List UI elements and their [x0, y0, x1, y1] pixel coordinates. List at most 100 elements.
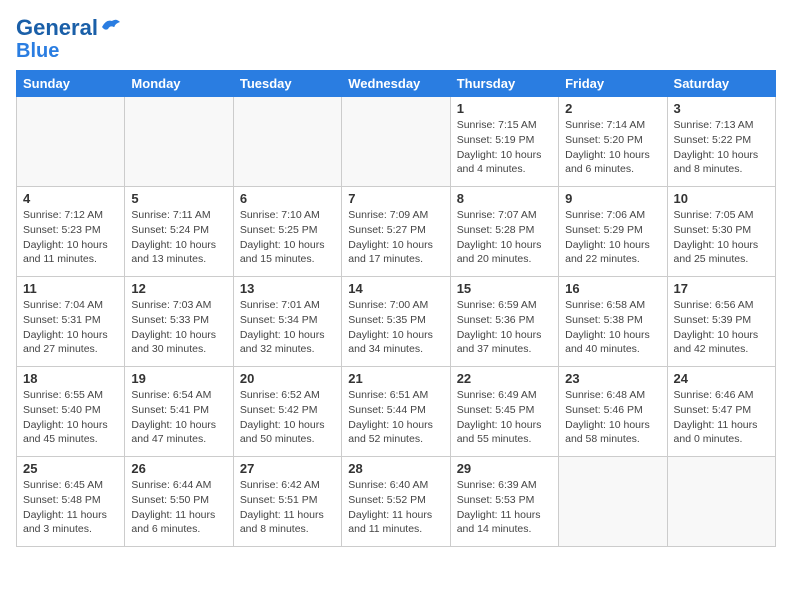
- calendar-cell: 10 Sunrise: 7:05 AM Sunset: 5:30 PM Dayli…: [667, 187, 775, 277]
- day-info: Sunrise: 7:00 AM Sunset: 5:35 PM Dayligh…: [348, 298, 443, 357]
- calendar-cell: 18 Sunrise: 6:55 AM Sunset: 5:40 PM Dayli…: [17, 367, 125, 457]
- day-header-friday: Friday: [559, 71, 667, 97]
- day-number: 13: [240, 281, 335, 296]
- day-info: Sunrise: 7:07 AM Sunset: 5:28 PM Dayligh…: [457, 208, 552, 267]
- day-info: Sunrise: 6:55 AM Sunset: 5:40 PM Dayligh…: [23, 388, 118, 447]
- calendar-week-4: 18 Sunrise: 6:55 AM Sunset: 5:40 PM Dayli…: [17, 367, 776, 457]
- day-info: Sunrise: 7:15 AM Sunset: 5:19 PM Dayligh…: [457, 118, 552, 177]
- day-number: 12: [131, 281, 226, 296]
- day-number: 4: [23, 191, 118, 206]
- day-number: 19: [131, 371, 226, 386]
- calendar-cell: 21 Sunrise: 6:51 AM Sunset: 5:44 PM Dayli…: [342, 367, 450, 457]
- day-number: 8: [457, 191, 552, 206]
- day-header-saturday: Saturday: [667, 71, 775, 97]
- day-info: Sunrise: 7:10 AM Sunset: 5:25 PM Dayligh…: [240, 208, 335, 267]
- day-info: Sunrise: 7:05 AM Sunset: 5:30 PM Dayligh…: [674, 208, 769, 267]
- day-number: 11: [23, 281, 118, 296]
- logo-text: General: [16, 16, 98, 40]
- calendar-cell: 15 Sunrise: 6:59 AM Sunset: 5:36 PM Dayli…: [450, 277, 558, 367]
- day-info: Sunrise: 7:09 AM Sunset: 5:27 PM Dayligh…: [348, 208, 443, 267]
- day-info: Sunrise: 7:04 AM Sunset: 5:31 PM Dayligh…: [23, 298, 118, 357]
- day-header-thursday: Thursday: [450, 71, 558, 97]
- calendar-cell: 4Sunrise: 7:12 AM Sunset: 5:23 PM Daylig…: [17, 187, 125, 277]
- calendar-cell: 24 Sunrise: 6:46 AM Sunset: 5:47 PM Dayli…: [667, 367, 775, 457]
- day-number: 25: [23, 461, 118, 476]
- day-info: Sunrise: 6:59 AM Sunset: 5:36 PM Dayligh…: [457, 298, 552, 357]
- calendar-cell: [342, 97, 450, 187]
- day-number: 23: [565, 371, 660, 386]
- calendar-cell: 13 Sunrise: 7:01 AM Sunset: 5:34 PM Dayli…: [233, 277, 341, 367]
- calendar-cell: 29Sunrise: 6:39 AM Sunset: 5:53 PM Dayli…: [450, 457, 558, 547]
- calendar-cell: 14 Sunrise: 7:00 AM Sunset: 5:35 PM Dayli…: [342, 277, 450, 367]
- day-info: Sunrise: 6:42 AM Sunset: 5:51 PM Dayligh…: [240, 478, 335, 537]
- day-info: Sunrise: 6:46 AM Sunset: 5:47 PM Dayligh…: [674, 388, 769, 447]
- calendar-cell: [667, 457, 775, 547]
- calendar-cell: 2Sunrise: 7:14 AM Sunset: 5:20 PM Daylig…: [559, 97, 667, 187]
- calendar-cell: 28 Sunrise: 6:40 AM Sunset: 5:52 PM Dayli…: [342, 457, 450, 547]
- calendar-cell: 16 Sunrise: 6:58 AM Sunset: 5:38 PM Dayli…: [559, 277, 667, 367]
- day-number: 7: [348, 191, 443, 206]
- day-header-wednesday: Wednesday: [342, 71, 450, 97]
- day-info: Sunrise: 6:40 AM Sunset: 5:52 PM Dayligh…: [348, 478, 443, 537]
- day-number: 18: [23, 371, 118, 386]
- day-info: Sunrise: 7:11 AM Sunset: 5:24 PM Dayligh…: [131, 208, 226, 267]
- day-header-tuesday: Tuesday: [233, 71, 341, 97]
- day-info: Sunrise: 6:51 AM Sunset: 5:44 PM Dayligh…: [348, 388, 443, 447]
- day-info: Sunrise: 6:39 AM Sunset: 5:53 PM Dayligh…: [457, 478, 552, 537]
- day-number: 16: [565, 281, 660, 296]
- day-number: 24: [674, 371, 769, 386]
- calendar-cell: 12 Sunrise: 7:03 AM Sunset: 5:33 PM Dayli…: [125, 277, 233, 367]
- calendar-week-3: 11 Sunrise: 7:04 AM Sunset: 5:31 PM Dayli…: [17, 277, 776, 367]
- day-info: Sunrise: 6:44 AM Sunset: 5:50 PM Dayligh…: [131, 478, 226, 537]
- day-number: 27: [240, 461, 335, 476]
- day-number: 22: [457, 371, 552, 386]
- calendar-cell: 11 Sunrise: 7:04 AM Sunset: 5:31 PM Dayli…: [17, 277, 125, 367]
- page-header: General Blue: [16, 16, 776, 62]
- day-number: 14: [348, 281, 443, 296]
- calendar-cell: 22Sunrise: 6:49 AM Sunset: 5:45 PM Dayli…: [450, 367, 558, 457]
- calendar-cell: 5Sunrise: 7:11 AM Sunset: 5:24 PM Daylig…: [125, 187, 233, 277]
- calendar-week-1: 1 Sunrise: 7:15 AM Sunset: 5:19 PM Daylig…: [17, 97, 776, 187]
- calendar-cell: [17, 97, 125, 187]
- day-number: 10: [674, 191, 769, 206]
- calendar-cell: 23 Sunrise: 6:48 AM Sunset: 5:46 PM Dayli…: [559, 367, 667, 457]
- calendar-cell: [233, 97, 341, 187]
- calendar-cell: 25 Sunrise: 6:45 AM Sunset: 5:48 PM Dayli…: [17, 457, 125, 547]
- calendar-cell: [125, 97, 233, 187]
- day-header-sunday: Sunday: [17, 71, 125, 97]
- day-info: Sunrise: 6:45 AM Sunset: 5:48 PM Dayligh…: [23, 478, 118, 537]
- header-row: SundayMondayTuesdayWednesdayThursdayFrid…: [17, 71, 776, 97]
- day-info: Sunrise: 6:48 AM Sunset: 5:46 PM Dayligh…: [565, 388, 660, 447]
- calendar-cell: 6 Sunrise: 7:10 AM Sunset: 5:25 PM Daylig…: [233, 187, 341, 277]
- calendar-cell: 19 Sunrise: 6:54 AM Sunset: 5:41 PM Dayli…: [125, 367, 233, 457]
- day-number: 1: [457, 101, 552, 116]
- calendar-cell: 26 Sunrise: 6:44 AM Sunset: 5:50 PM Dayli…: [125, 457, 233, 547]
- day-number: 6: [240, 191, 335, 206]
- day-info: Sunrise: 6:54 AM Sunset: 5:41 PM Dayligh…: [131, 388, 226, 447]
- calendar-cell: 8 Sunrise: 7:07 AM Sunset: 5:28 PM Daylig…: [450, 187, 558, 277]
- calendar-cell: 1 Sunrise: 7:15 AM Sunset: 5:19 PM Daylig…: [450, 97, 558, 187]
- calendar-cell: 3 Sunrise: 7:13 AM Sunset: 5:22 PM Daylig…: [667, 97, 775, 187]
- day-info: Sunrise: 6:56 AM Sunset: 5:39 PM Dayligh…: [674, 298, 769, 357]
- day-header-monday: Monday: [125, 71, 233, 97]
- day-number: 20: [240, 371, 335, 386]
- day-number: 21: [348, 371, 443, 386]
- calendar-cell: 17Sunrise: 6:56 AM Sunset: 5:39 PM Dayli…: [667, 277, 775, 367]
- calendar-cell: 27 Sunrise: 6:42 AM Sunset: 5:51 PM Dayli…: [233, 457, 341, 547]
- day-number: 26: [131, 461, 226, 476]
- calendar-week-2: 4Sunrise: 7:12 AM Sunset: 5:23 PM Daylig…: [17, 187, 776, 277]
- day-number: 9: [565, 191, 660, 206]
- day-info: Sunrise: 7:03 AM Sunset: 5:33 PM Dayligh…: [131, 298, 226, 357]
- day-info: Sunrise: 6:58 AM Sunset: 5:38 PM Dayligh…: [565, 298, 660, 357]
- day-number: 3: [674, 101, 769, 116]
- day-info: Sunrise: 7:14 AM Sunset: 5:20 PM Dayligh…: [565, 118, 660, 177]
- day-info: Sunrise: 7:06 AM Sunset: 5:29 PM Dayligh…: [565, 208, 660, 267]
- day-number: 28: [348, 461, 443, 476]
- day-number: 15: [457, 281, 552, 296]
- calendar-cell: 9 Sunrise: 7:06 AM Sunset: 5:29 PM Daylig…: [559, 187, 667, 277]
- logo-blue: Blue: [16, 40, 59, 62]
- calendar-week-5: 25 Sunrise: 6:45 AM Sunset: 5:48 PM Dayli…: [17, 457, 776, 547]
- day-info: Sunrise: 7:01 AM Sunset: 5:34 PM Dayligh…: [240, 298, 335, 357]
- day-info: Sunrise: 7:13 AM Sunset: 5:22 PM Dayligh…: [674, 118, 769, 177]
- logo: General Blue: [16, 16, 122, 62]
